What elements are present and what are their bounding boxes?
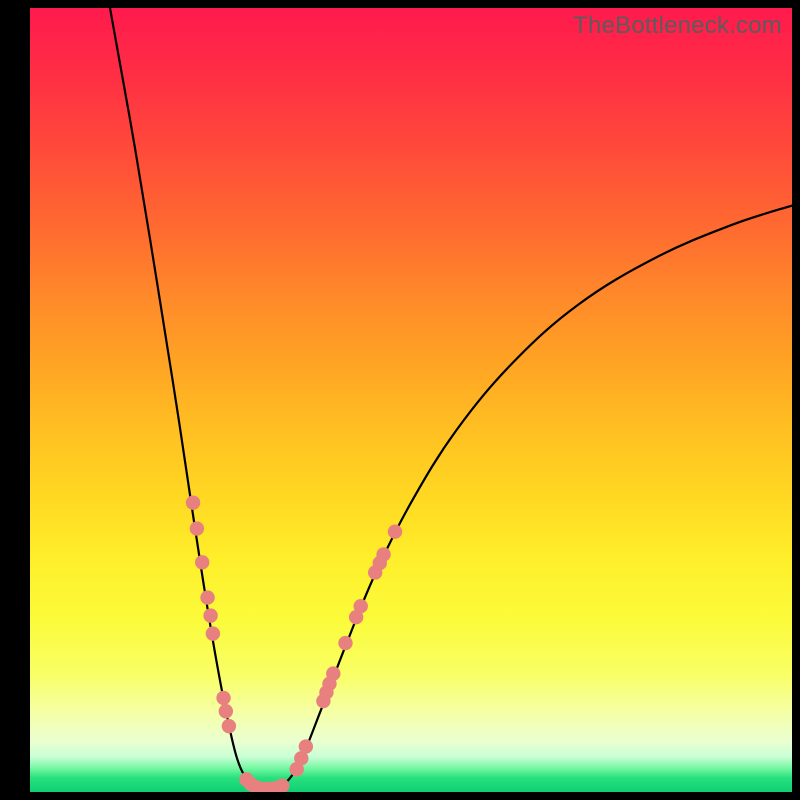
plot-area: TheBottleneck.com	[30, 8, 792, 792]
data-marker	[299, 739, 313, 753]
data-marker	[206, 626, 220, 640]
data-marker	[195, 555, 209, 569]
data-marker	[186, 496, 200, 510]
data-marker	[222, 719, 236, 733]
bottleneck-curve-path	[110, 8, 792, 790]
data-marker	[200, 590, 214, 604]
data-marker	[203, 608, 217, 622]
data-marker	[354, 599, 368, 613]
data-marker	[219, 704, 233, 718]
data-marker	[326, 666, 340, 680]
curve-svg	[30, 8, 792, 792]
chart-frame: TheBottleneck.com	[0, 0, 800, 800]
data-marker	[388, 525, 402, 539]
data-marker	[338, 636, 352, 650]
data-marker	[216, 691, 230, 705]
data-marker	[190, 521, 204, 535]
data-marker	[376, 547, 390, 561]
marker-group	[186, 496, 402, 793]
